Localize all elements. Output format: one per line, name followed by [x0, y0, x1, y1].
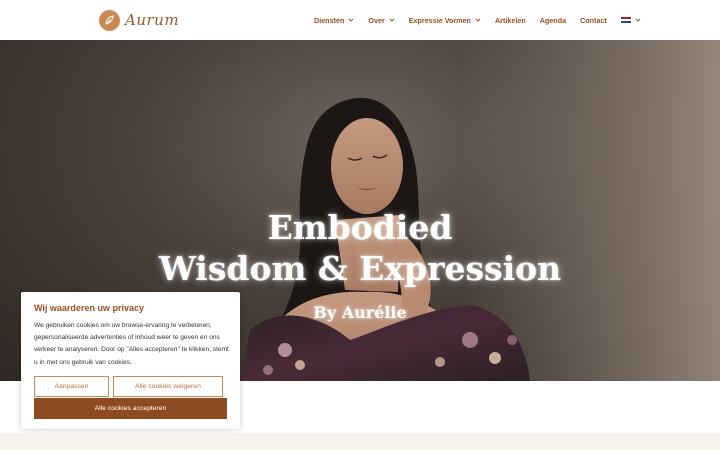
nav-item-artikelen[interactable]: Artikelen: [495, 16, 526, 25]
logo-text: Aurum: [125, 11, 180, 29]
cookie-body: We gebruiken cookies om uw browse-ervari…: [34, 322, 229, 366]
nav-item-contact[interactable]: Contact: [580, 16, 607, 25]
nav-label: Over: [368, 15, 385, 25]
language-switcher[interactable]: [620, 16, 641, 24]
nav-item-diensten[interactable]: Diensten: [314, 16, 354, 25]
nav-label: Diensten: [314, 15, 345, 25]
section-strip: [0, 433, 720, 450]
chevron-down-icon: [475, 18, 481, 22]
chevron-down-icon: [389, 18, 395, 22]
nav-item-agenda[interactable]: Agenda: [540, 16, 566, 25]
main-nav: Diensten Over Expressie Vormen Artikelen…: [314, 14, 641, 26]
hero-title-line1: Embodied: [267, 208, 453, 247]
customize-button[interactable]: Aanpassen: [34, 376, 109, 397]
nav-label: Agenda: [539, 15, 567, 25]
nav-item-over[interactable]: Over: [368, 15, 395, 25]
reject-all-button[interactable]: Alle cookies weigeren: [113, 376, 223, 397]
site-header: Aurum Diensten Over Expressie Vormen Art…: [0, 0, 720, 40]
chevron-down-icon: [635, 18, 641, 22]
chevron-down-icon: [349, 18, 354, 22]
leaf-icon: [99, 9, 120, 31]
nav-label: Artikelen: [494, 15, 526, 25]
nav-label: Expressie Vormen: [408, 15, 471, 25]
hero-title-line2: Wisdom & Expression: [158, 249, 562, 288]
logo[interactable]: Aurum: [99, 9, 179, 31]
netherlands-flag-icon: [620, 16, 631, 24]
cookie-consent-dialog: Wij waarderen uw privacy We gebruiken co…: [21, 292, 240, 429]
accept-all-button[interactable]: Alle cookies accepteren: [34, 398, 227, 419]
cookie-title: Wij waarderen uw privacy: [34, 303, 144, 313]
nav-item-expressie-vormen[interactable]: Expressie Vormen: [409, 16, 481, 25]
nav-label: Contact: [580, 15, 607, 25]
